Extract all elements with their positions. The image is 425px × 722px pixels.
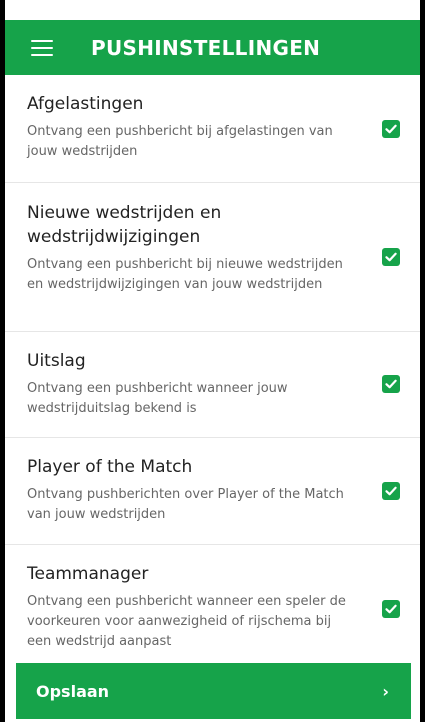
menu-icon[interactable] [31,39,53,56]
checkbox-afgelastingen[interactable] [382,120,400,138]
setting-description: Ontvang een pushbericht bij nieuwe wedst… [27,257,343,292]
setting-description: Ontvang pushberichten over Player of the… [27,487,344,522]
setting-description: Ontvang een pushbericht wanneer jouw wed… [27,381,288,416]
checkbox-player-of-the-match[interactable] [382,482,400,500]
setting-description: Ontvang een pushbericht bij afgelastinge… [27,124,333,159]
checkbox-uitslag[interactable] [382,375,400,393]
app-header: PUSHINSTELLINGEN [5,20,420,75]
checkmark-icon [385,604,397,614]
setting-title: Uitslag [27,351,86,371]
setting-title: Player of the Match [27,457,193,477]
setting-item-nieuwe-wedstrijden: Nieuwe wedstrijden en wedstrijdwijziging… [5,183,420,332]
setting-item-teammanager: Teammanager Ontvang een pushbericht wann… [5,545,420,655]
checkmark-icon [385,252,397,262]
save-button-label: Opslaan [36,681,110,701]
setting-title: Teammanager [27,564,149,584]
checkmark-icon [385,124,397,134]
checkmark-icon [385,486,397,496]
setting-item-afgelastingen: Afgelastingen Ontvang een pushbericht bi… [5,75,420,183]
setting-item-uitslag: Uitslag Ontvang een pushbericht wanneer … [5,332,420,438]
settings-list: Afgelastingen Ontvang een pushbericht bi… [5,75,420,655]
setting-item-player-of-the-match: Player of the Match Ontvang pushberichte… [5,438,420,545]
checkbox-teammanager[interactable] [382,600,400,618]
checkmark-icon [385,379,397,389]
setting-title: Nieuwe wedstrijden en wedstrijdwijziging… [27,203,222,247]
save-button[interactable]: Opslaan › [16,663,411,719]
checkbox-nieuwe-wedstrijden[interactable] [382,248,400,266]
page-title: PUSHINSTELLINGEN [91,35,321,60]
right-frame-border [420,0,425,722]
setting-description: Ontvang een pushbericht wanneer een spel… [27,594,346,649]
chevron-right-icon: › [382,681,389,701]
setting-title: Afgelastingen [27,94,144,114]
